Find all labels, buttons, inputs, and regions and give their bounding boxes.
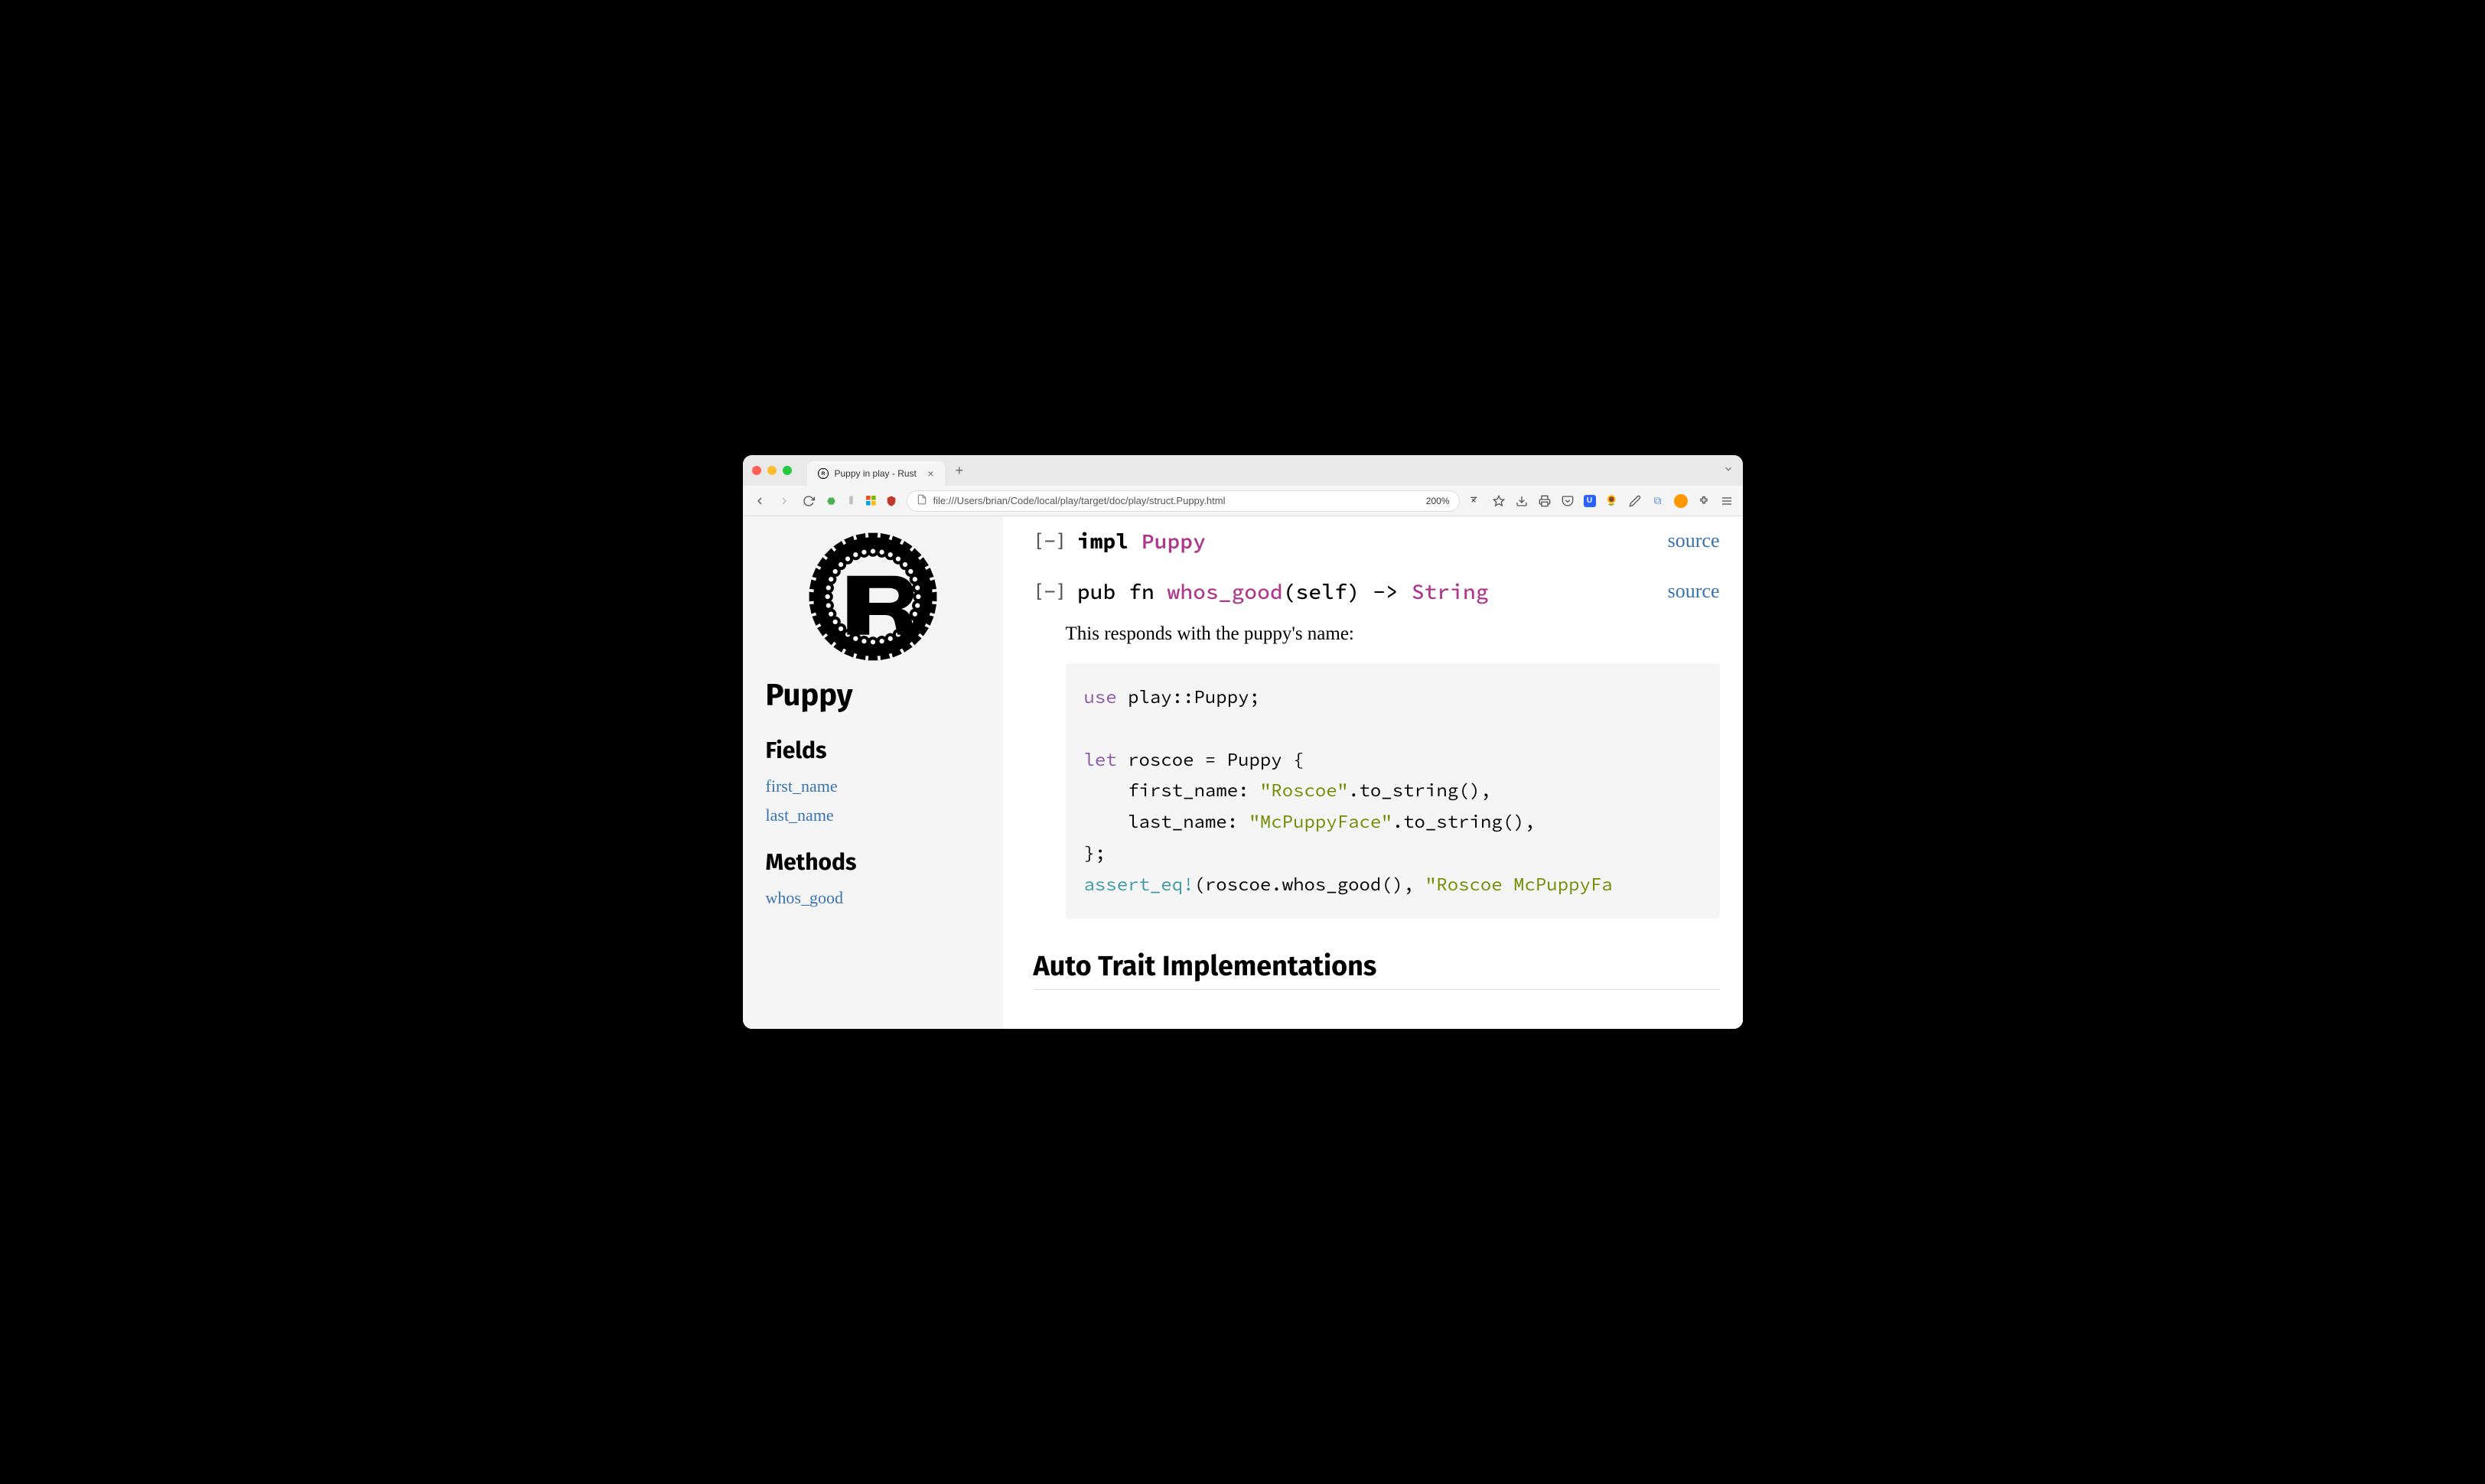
- sidebar-methods-heading: Methods: [766, 848, 980, 876]
- tab-title: Puppy in play - Rust: [835, 468, 922, 479]
- content-area: Puppy Fields first_name last_name Method…: [743, 516, 1743, 1029]
- rust-logo-icon: [808, 532, 938, 662]
- sidebar-field-link[interactable]: last_name: [766, 805, 980, 825]
- account-icon[interactable]: [1674, 494, 1688, 508]
- address-bar: ⬣ ⫼ file:///Users/brian/Code/local/play/…: [743, 486, 1743, 516]
- extension-icon[interactable]: ⫼: [845, 495, 858, 507]
- source-link[interactable]: source: [1668, 529, 1720, 552]
- extension-icon[interactable]: ⬣: [826, 495, 838, 507]
- extension-icon[interactable]: [865, 495, 878, 507]
- ublock-icon[interactable]: [885, 495, 897, 507]
- new-tab-button[interactable]: +: [951, 463, 969, 479]
- fn-name-link[interactable]: whos_good: [1167, 578, 1282, 605]
- traffic-lights: [752, 466, 792, 475]
- page-info-icon[interactable]: [917, 494, 927, 507]
- forward-button[interactable]: [777, 493, 792, 509]
- maximize-window-button[interactable]: [783, 466, 792, 475]
- extension-icon[interactable]: ⧉: [1651, 494, 1665, 508]
- minimize-window-button[interactable]: [767, 466, 777, 475]
- main-content: [−] impl Puppy source [−] pub fn whos_go…: [1003, 516, 1743, 1029]
- url-text: file:///Users/brian/Code/local/play/targ…: [933, 495, 1420, 506]
- sidebar-field-link[interactable]: first_name: [766, 776, 980, 796]
- collapse-toggle-icon[interactable]: [−]: [1034, 581, 1067, 602]
- extension-icon[interactable]: [1628, 494, 1642, 508]
- tab-bar: R Puppy in play - Rust × +: [743, 455, 1743, 486]
- hamburger-menu-icon[interactable]: [1720, 494, 1734, 508]
- impl-signature: impl Puppy: [1077, 527, 1206, 555]
- sidebar-struct-name: Puppy: [766, 677, 980, 714]
- sidebar-method-link[interactable]: whos_good: [766, 888, 980, 908]
- url-bar[interactable]: file:///Users/brian/Code/local/play/targ…: [907, 490, 1460, 512]
- right-toolbar-icons: U 🌻 ⧉: [1469, 494, 1734, 508]
- bookmark-star-icon[interactable]: [1492, 494, 1506, 508]
- translate-icon[interactable]: [1469, 494, 1483, 508]
- fn-header: [−] pub fn whos_good(self) -> String sou…: [1034, 578, 1720, 605]
- type-link[interactable]: String: [1412, 578, 1489, 605]
- extension-icon[interactable]: 🌻: [1605, 494, 1619, 508]
- tab-dropdown-button[interactable]: [1723, 464, 1734, 478]
- back-button[interactable]: [752, 493, 767, 509]
- left-extension-icons: ⬣ ⫼: [826, 495, 897, 507]
- sidebar: Puppy Fields first_name last_name Method…: [743, 516, 1003, 1029]
- code-example: use play::Puppy; let roscoe = Puppy { fi…: [1066, 663, 1720, 919]
- tab-close-button[interactable]: ×: [927, 467, 933, 480]
- rust-favicon: R: [818, 468, 829, 479]
- extensions-menu-icon[interactable]: [1697, 494, 1711, 508]
- impl-header: [−] impl Puppy source: [1034, 527, 1720, 555]
- doc-description: This responds with the puppy's name:: [1066, 623, 1720, 645]
- collapse-toggle-icon[interactable]: [−]: [1034, 530, 1067, 552]
- svg-text:R: R: [821, 471, 825, 477]
- pocket-icon[interactable]: [1561, 494, 1575, 508]
- browser-window: R Puppy in play - Rust × + ⬣ ⫼: [743, 455, 1743, 1029]
- sidebar-fields-heading: Fields: [766, 737, 980, 764]
- browser-tab[interactable]: R Puppy in play - Rust ×: [807, 461, 945, 486]
- fn-signature: pub fn whos_good(self) -> String: [1077, 578, 1489, 605]
- close-window-button[interactable]: [752, 466, 761, 475]
- source-link[interactable]: source: [1668, 580, 1720, 603]
- reload-button[interactable]: [801, 493, 816, 509]
- download-icon[interactable]: [1515, 494, 1529, 508]
- auto-trait-heading: Auto Trait Implementations: [1034, 949, 1720, 990]
- print-icon[interactable]: [1538, 494, 1552, 508]
- extension-icon[interactable]: U: [1584, 495, 1596, 507]
- zoom-level[interactable]: 200%: [1426, 496, 1450, 506]
- type-link[interactable]: Puppy: [1142, 527, 1206, 555]
